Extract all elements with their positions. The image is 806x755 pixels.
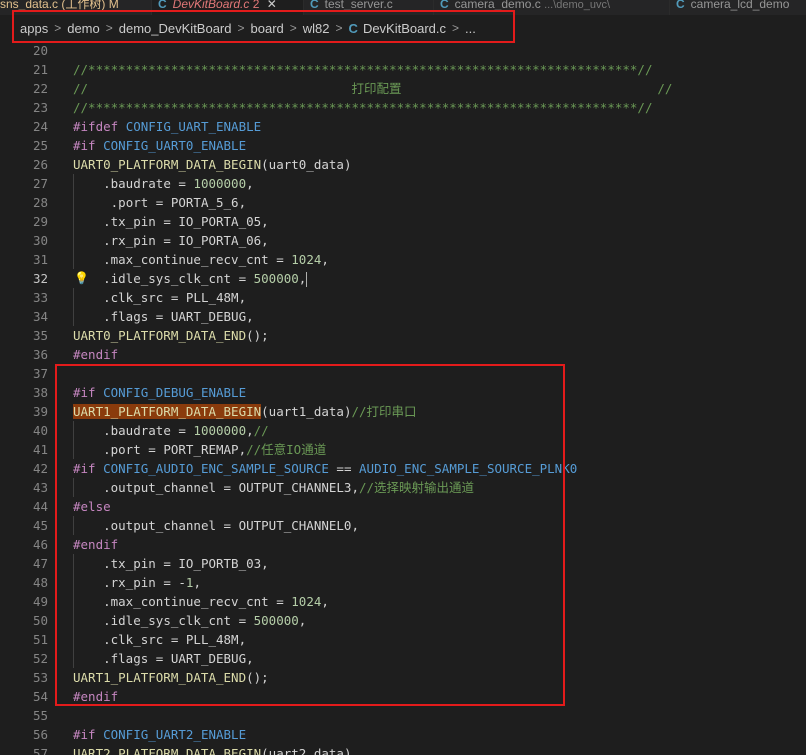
code-line[interactable]: 22 // 打印配置 // (0, 79, 806, 98)
code-line[interactable]: 34 .flags = UART_DEBUG, (0, 307, 806, 326)
code-text: #endif (73, 347, 119, 362)
line-number: 57 (32, 746, 48, 755)
line-number: 48 (32, 575, 48, 590)
line-number: 39 (32, 404, 48, 419)
line-number: 52 (32, 651, 48, 666)
code-line[interactable]: 32 💡 .idle_sys_clk_cnt = 500000, (0, 269, 806, 288)
code-text: .flags = UART_DEBUG, (103, 309, 254, 324)
line-number: 50 (32, 613, 48, 628)
line-number: 42 (32, 461, 48, 476)
annotation-box-uart1-block (55, 364, 565, 706)
code-line[interactable]: 24 #ifdef CONFIG_UART_ENABLE (0, 117, 806, 136)
code-text: // 打印配置 // (73, 81, 673, 96)
line-number: 27 (32, 176, 48, 191)
code-line[interactable]: 36 #endif (0, 345, 806, 364)
line-number: 43 (32, 480, 48, 495)
line-number: 46 (32, 537, 48, 552)
tab-path-hint: ...\demo_uvc\ (544, 0, 611, 11)
annotation-box-breadcrumb (12, 10, 515, 43)
code-text: UART0_PLATFORM_DATA_END(); (73, 328, 269, 343)
line-number: 41 (32, 442, 48, 457)
line-number: 33 (32, 290, 48, 305)
code-text: #if CONFIG_UART2_ENABLE (73, 727, 247, 742)
code-text: #if CONFIG_UART0_ENABLE (73, 138, 247, 153)
code-text: #ifdef CONFIG_UART_ENABLE (73, 119, 262, 134)
code-line[interactable]: 57 UART2_PLATFORM_DATA_BEGIN(uart2_data) (0, 744, 806, 755)
code-text: .clk_src = PLL_48M, (103, 290, 247, 305)
code-line[interactable]: 30 .rx_pin = IO_PORTA_06, (0, 231, 806, 250)
line-number: 55 (32, 708, 48, 723)
line-number: 47 (32, 556, 48, 571)
line-number: 30 (32, 233, 48, 248)
code-text: .max_continue_recv_cnt = 1024, (103, 252, 329, 267)
line-number: 51 (32, 632, 48, 647)
line-number: 45 (32, 518, 48, 533)
line-number: 37 (32, 366, 48, 381)
code-text: UART2_PLATFORM_DATA_BEGIN(uart2_data) (73, 746, 352, 755)
line-number: 44 (32, 499, 48, 514)
code-text: .port = PORTA_5_6, (110, 195, 247, 210)
code-text: UART0_PLATFORM_DATA_BEGIN(uart0_data) (73, 157, 352, 172)
code-text: //**************************************… (73, 62, 653, 77)
line-number: 21 (32, 62, 48, 77)
code-line[interactable]: 26 UART0_PLATFORM_DATA_BEGIN(uart0_data) (0, 155, 806, 174)
line-number: 24 (32, 119, 48, 134)
code-line[interactable]: 21 //************************************… (0, 60, 806, 79)
tab-camera-lcd-demo[interactable]: Ccamera_lcd_demo (670, 0, 806, 15)
line-number: 25 (32, 138, 48, 153)
line-number: 36 (32, 347, 48, 362)
code-line[interactable]: 35 UART0_PLATFORM_DATA_END(); (0, 326, 806, 345)
code-line[interactable]: 29 .tx_pin = IO_PORTA_05, (0, 212, 806, 231)
code-line[interactable]: 56 #if CONFIG_UART2_ENABLE (0, 725, 806, 744)
line-number: 26 (32, 157, 48, 172)
code-line[interactable]: 33 .clk_src = PLL_48M, (0, 288, 806, 307)
code-line[interactable]: 28 .port = PORTA_5_6, (0, 193, 806, 212)
tab-label: camera_lcd_demo (690, 0, 790, 11)
code-line[interactable]: 27 .baudrate = 1000000, (0, 174, 806, 193)
code-line[interactable]: 25 #if CONFIG_UART0_ENABLE (0, 136, 806, 155)
line-number: 38 (32, 385, 48, 400)
code-text: .rx_pin = IO_PORTA_06, (103, 233, 269, 248)
code-text: .idle_sys_clk_cnt = 500000, (103, 271, 308, 287)
line-number: 32 (32, 271, 48, 286)
line-number: 53 (32, 670, 48, 685)
code-line[interactable]: 20 (0, 41, 806, 60)
code-text: .tx_pin = IO_PORTA_05, (103, 214, 269, 229)
line-number: 40 (32, 423, 48, 438)
line-number: 20 (32, 43, 48, 58)
line-number: 56 (32, 727, 48, 742)
line-number: 29 (32, 214, 48, 229)
line-number: 54 (32, 689, 48, 704)
code-text: //**************************************… (73, 100, 653, 115)
code-text: .baudrate = 1000000, (103, 176, 254, 191)
code-line[interactable]: 23 //************************************… (0, 98, 806, 117)
line-number: 49 (32, 594, 48, 609)
line-number: 22 (32, 81, 48, 96)
line-number: 23 (32, 100, 48, 115)
line-number: 28 (32, 195, 48, 210)
line-number: 31 (32, 252, 48, 267)
line-number: 35 (32, 328, 48, 343)
c-file-icon: C (676, 0, 685, 11)
code-line[interactable]: 55 (0, 706, 806, 725)
code-line[interactable]: 31 .max_continue_recv_cnt = 1024, (0, 250, 806, 269)
line-number: 34 (32, 309, 48, 324)
